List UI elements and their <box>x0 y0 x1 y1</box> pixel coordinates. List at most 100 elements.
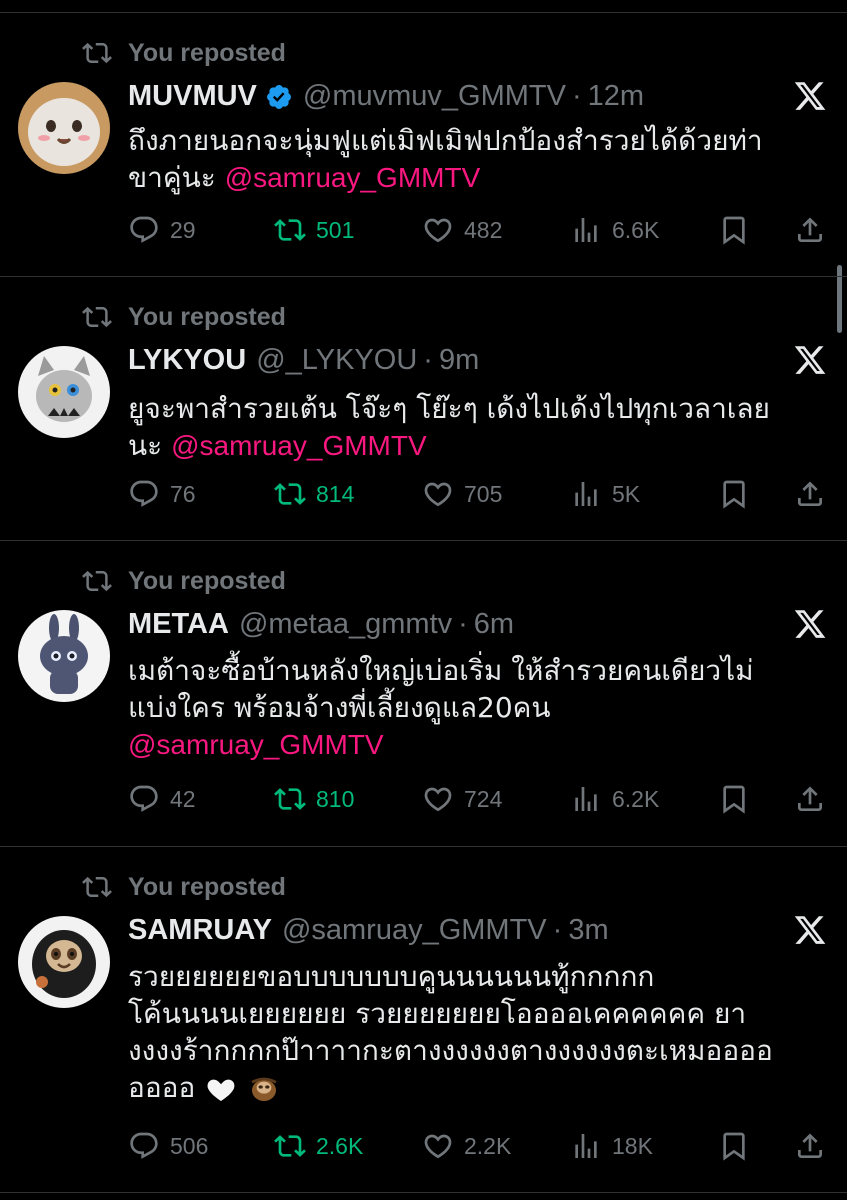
reply-icon <box>130 785 158 812</box>
views-button[interactable]: 6.2K <box>570 783 659 815</box>
timestamp[interactable]: 12m <box>588 80 644 113</box>
like-count: 482 <box>464 216 503 243</box>
tweet-header: MUVMUV @muvmuv_GMMTV · 12m <box>128 80 644 113</box>
avatar-image <box>18 610 110 702</box>
separator <box>0 1192 847 1193</box>
bookmark-icon <box>723 785 745 814</box>
text-line: นะ @samruay_GMMTV <box>128 429 427 462</box>
display-name[interactable]: MUVMUV <box>128 80 257 113</box>
bookmark-button[interactable] <box>718 783 760 815</box>
handle[interactable]: @samruay_GMMTV <box>282 914 547 947</box>
views-button[interactable]: 5K <box>570 478 640 510</box>
share-button[interactable] <box>794 478 836 510</box>
repost-button[interactable]: 814 <box>274 478 354 510</box>
reply-icon <box>130 216 158 243</box>
reply-count: 29 <box>170 216 196 243</box>
repost-icon <box>82 570 112 592</box>
text-line: เมต้าจะซื้อบ้านหลังใหญ่เบ่อเริ่ม ให้สำรว… <box>128 654 754 687</box>
reply-count: 506 <box>170 1132 209 1159</box>
x-logo-icon <box>794 82 826 110</box>
x-logo-icon <box>794 916 826 944</box>
like-count: 724 <box>464 785 503 812</box>
avatar-muvmuv[interactable] <box>18 82 110 174</box>
handle[interactable]: @metaa_gmmtv <box>239 608 452 641</box>
repost-indicator: You reposted <box>82 872 286 902</box>
repost-count: 501 <box>316 216 355 243</box>
reply-icon <box>130 1132 158 1159</box>
mention-link[interactable]: @samruay_GMMTV <box>128 729 384 760</box>
repost-indicator: You reposted <box>82 38 286 68</box>
separator-dot: · <box>571 80 582 112</box>
repost-button[interactable]: 501 <box>274 214 354 246</box>
share-icon <box>798 481 822 506</box>
repost-icon <box>82 306 112 328</box>
repost-count: 814 <box>316 480 355 507</box>
share-button[interactable] <box>794 783 836 815</box>
separator <box>0 846 847 847</box>
tweet-header: SAMRUAY @samruay_GMMTV · 3m <box>128 914 609 947</box>
timestamp[interactable]: 3m <box>568 914 608 947</box>
tweet-text: ยูจะพาสำรวยเต้น โจ๊ะๆ โย๊ะๆ เด้งไปเด้งไป… <box>128 390 828 464</box>
repost-icon <box>82 876 112 898</box>
bookmark-button[interactable] <box>718 1130 760 1162</box>
handle[interactable]: @muvmuv_GMMTV <box>303 80 566 113</box>
repost-label: You reposted <box>128 38 286 67</box>
views-button[interactable]: 18K <box>570 1130 653 1162</box>
like-button[interactable]: 2.2K <box>422 1130 511 1162</box>
bookmark-button[interactable] <box>718 478 760 510</box>
repost-label: You reposted <box>128 566 286 595</box>
avatar-image <box>18 346 110 438</box>
tweet-header: METAA @metaa_gmmtv · 6m <box>128 608 514 641</box>
action-bar: 42 810 724 6.2K <box>128 783 828 823</box>
bookmark-icon <box>723 216 745 245</box>
views-count: 18K <box>612 1132 653 1159</box>
separator <box>0 276 847 277</box>
verified-badge-icon <box>266 84 291 109</box>
views-chart-icon <box>575 218 597 242</box>
repost-button[interactable]: 2.6K <box>274 1130 363 1162</box>
heart-icon <box>424 787 452 812</box>
share-button[interactable] <box>794 214 836 246</box>
reply-button[interactable]: 29 <box>128 214 196 246</box>
text-line: ออออ <box>128 1069 828 1106</box>
text-line: งงงงร้ากกกกป๊าาาากะตางงงงงงตางงงงงงตะเหม… <box>128 1034 773 1067</box>
tweet-text: เมต้าจะซื้อบ้านหลังใหญ่เบ่อเริ่ม ให้สำรว… <box>128 652 828 763</box>
avatar-lykyou[interactable] <box>18 346 110 438</box>
tweet-header: LYKYOU @_LYKYOU · 9m <box>128 344 479 377</box>
text-line: แบ่งใคร พร้อมจ้างพี่เลี้ยงดูแล20คน <box>128 691 551 724</box>
handle[interactable]: @_LYKYOU <box>256 344 417 377</box>
views-button[interactable]: 6.6K <box>570 214 659 246</box>
reply-button[interactable]: 506 <box>128 1130 208 1162</box>
timestamp[interactable]: 6m <box>474 608 514 641</box>
views-chart-icon <box>575 1134 597 1158</box>
views-count: 6.2K <box>612 785 660 812</box>
avatar-metaa[interactable] <box>18 610 110 702</box>
like-count: 705 <box>464 480 503 507</box>
repost-icon <box>82 42 112 64</box>
heart-icon <box>424 482 452 507</box>
reply-button[interactable]: 42 <box>128 783 196 815</box>
avatar-image <box>18 916 110 1008</box>
repost-label: You reposted <box>128 872 286 901</box>
text-line: ถึงภายนอกจะนุ่มฟูแต่เมิฟเมิฟปกป้องสำรวยไ… <box>128 124 763 157</box>
like-button[interactable]: 482 <box>422 214 502 246</box>
display-name[interactable]: METAA <box>128 608 229 641</box>
display-name[interactable]: SAMRUAY <box>128 914 272 947</box>
like-button[interactable]: 724 <box>422 783 502 815</box>
mention-link[interactable]: @samruay_GMMTV <box>171 430 427 461</box>
share-button[interactable] <box>794 1130 836 1162</box>
separator-dot: · <box>423 344 433 376</box>
timestamp[interactable]: 9m <box>439 344 479 377</box>
bookmark-icon <box>723 1132 745 1161</box>
repost-icon <box>274 219 306 241</box>
mention-link[interactable]: @samruay_GMMTV <box>225 162 481 193</box>
bookmark-button[interactable] <box>718 214 760 246</box>
repost-indicator: You reposted <box>82 302 286 332</box>
display-name[interactable]: LYKYOU <box>128 344 246 377</box>
like-button[interactable]: 705 <box>422 478 502 510</box>
reply-button[interactable]: 76 <box>128 478 196 510</box>
views-chart-icon <box>575 482 597 506</box>
repost-button[interactable]: 810 <box>274 783 354 815</box>
repost-icon <box>274 1135 306 1157</box>
avatar-samruay[interactable] <box>18 916 110 1008</box>
